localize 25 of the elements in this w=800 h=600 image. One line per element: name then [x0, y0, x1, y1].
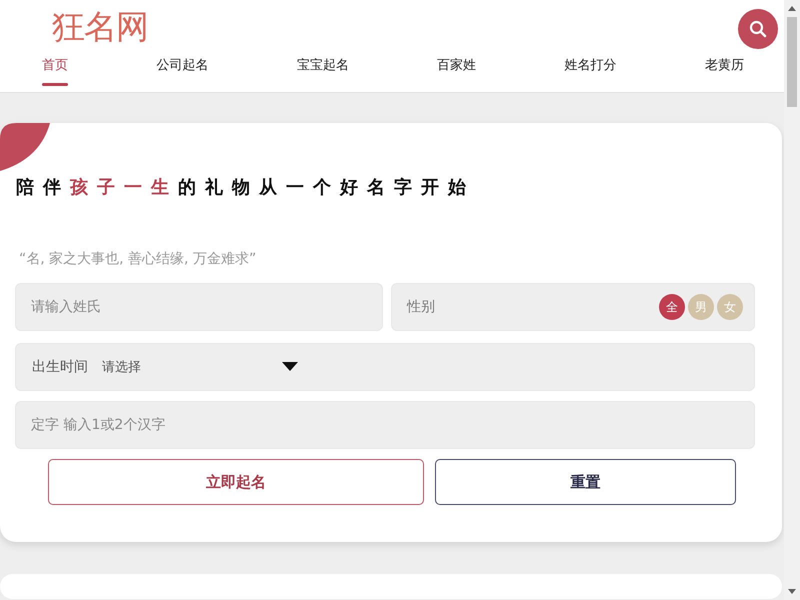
nav-tab[interactable]: 老黄历 [704, 52, 744, 89]
birth-time-label: 出生时间 [32, 358, 88, 376]
scrollbar-thumb[interactable] [787, 17, 797, 107]
site-logo[interactable]: 狂名网 [52, 7, 148, 47]
nav-tab[interactable]: 百家姓 [437, 52, 476, 89]
scroll-down-icon[interactable] [788, 589, 796, 594]
scroll-up-icon[interactable] [788, 6, 796, 11]
birth-time-select[interactable]: 请选择 [102, 358, 282, 376]
nav-tab[interactable]: 公司起名 [156, 52, 208, 89]
search-button[interactable] [738, 9, 778, 49]
nav-tab[interactable]: 姓名打分 [564, 52, 617, 89]
fixed-character-field[interactable]: 定字 输入1或2个汉字 [15, 401, 755, 449]
quote-text: “名, 家之大事也, 善心结缘, 万金难求” [19, 250, 258, 269]
surname-field[interactable]: 请输入姓氏 [15, 283, 383, 331]
gender-option[interactable]: 全 [659, 294, 685, 320]
gender-label: 性别 [407, 298, 435, 316]
nav-tab[interactable]: 首页 [42, 52, 68, 89]
search-icon [749, 20, 767, 38]
headline: 陪伴 孩子一生 的礼物从一个好名字开始 [16, 176, 476, 200]
nav-tab[interactable]: 宝宝起名 [296, 52, 349, 89]
name-button[interactable]: 立即起名 [48, 459, 424, 505]
corner-decoration [0, 123, 50, 171]
caret-icon [282, 362, 298, 372]
reset-button[interactable]: 重置 [435, 459, 736, 505]
birth-time-field[interactable]: 出生时间 请选择 [15, 343, 755, 391]
